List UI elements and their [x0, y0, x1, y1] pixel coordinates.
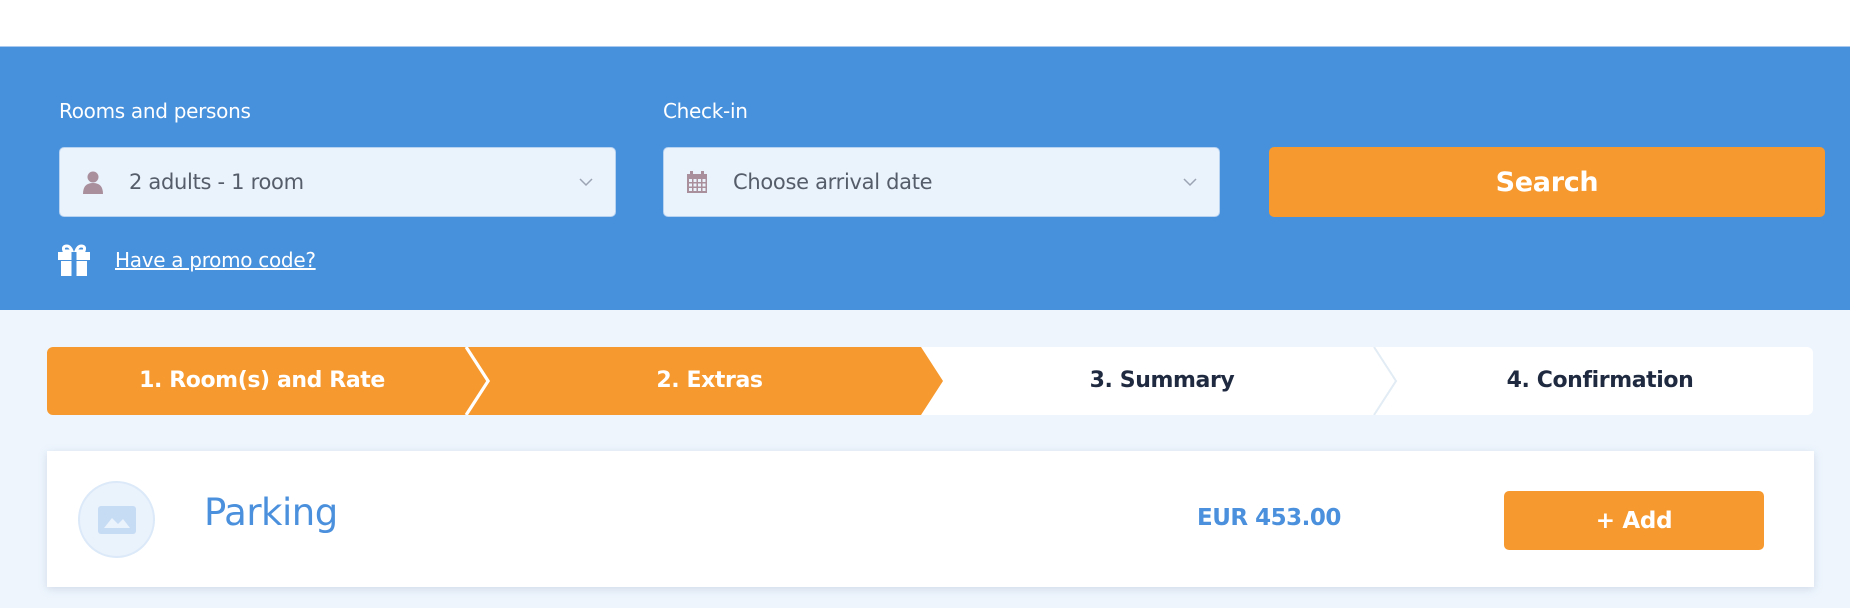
gift-icon	[58, 244, 90, 276]
rooms-persons-label: Rooms and persons	[59, 99, 251, 123]
extra-thumbnail	[78, 481, 155, 558]
rooms-persons-select[interactable]: 2 adults - 1 room	[59, 147, 616, 217]
calendar-icon	[687, 171, 707, 193]
checkin-label: Check-in	[663, 99, 748, 123]
step-summary: 3. Summary	[1089, 368, 1235, 393]
booking-search-panel: Rooms and persons 2 adults - 1 room Chec…	[0, 47, 1850, 310]
step-rooms-and-rate[interactable]: 1. Room(s) and Rate	[47, 347, 477, 415]
chevron-down-icon	[579, 178, 593, 187]
checkin-date-select[interactable]: Choose arrival date	[663, 147, 1220, 217]
booking-progress-steps: 1. Room(s) and Rate 2. Extras 3. Summary…	[47, 347, 1813, 415]
rooms-persons-value: 2 adults - 1 room	[129, 170, 304, 194]
step-extras[interactable]: 2. Extras	[487, 347, 932, 415]
add-extra-button[interactable]: + Add	[1504, 491, 1764, 550]
top-bar	[0, 0, 1850, 47]
image-placeholder-icon	[97, 505, 136, 534]
person-icon	[83, 171, 103, 194]
promo-code-row: Have a promo code?	[57, 243, 316, 277]
promo-code-link[interactable]: Have a promo code?	[115, 248, 316, 272]
extra-price: EUR 453.00	[1197, 505, 1341, 531]
extra-name: Parking	[204, 491, 338, 534]
chevron-down-icon	[1183, 178, 1197, 187]
search-button[interactable]: Search	[1269, 147, 1825, 217]
step-confirmation: 4. Confirmation	[1506, 368, 1694, 393]
extra-item-card: Parking EUR 453.00 + Add	[47, 451, 1814, 587]
checkin-placeholder: Choose arrival date	[733, 170, 933, 194]
